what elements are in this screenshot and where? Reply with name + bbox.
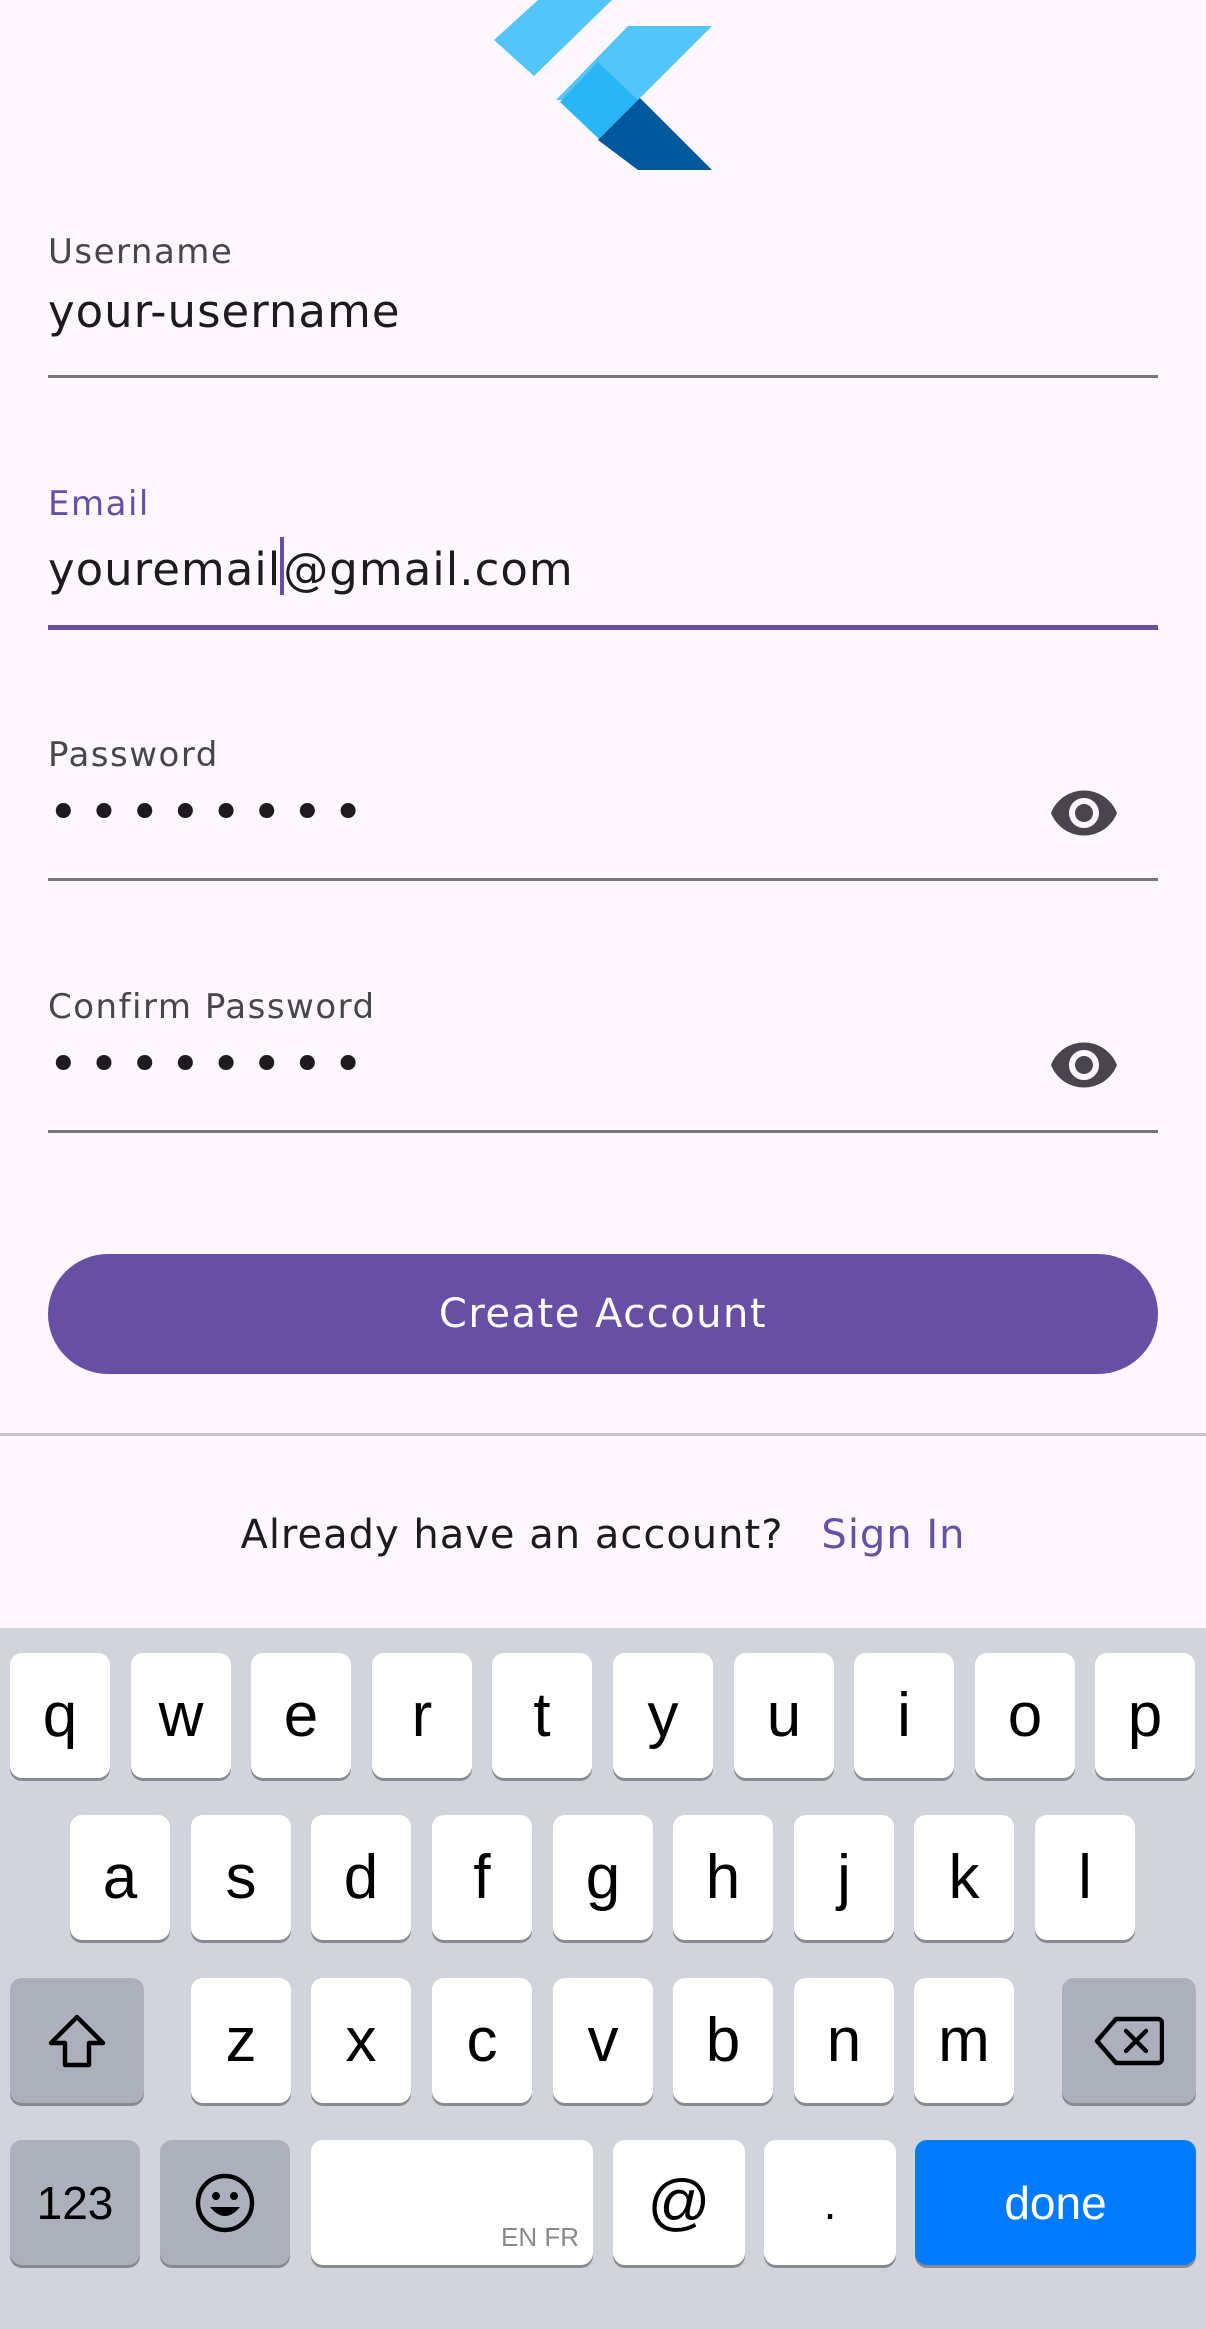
sign-in-link[interactable]: Sign In — [821, 1512, 965, 1558]
key-b[interactable]: b — [673, 1978, 773, 2103]
confirm-password-underline — [48, 1130, 1158, 1133]
confirm-password-label: Confirm Password — [48, 987, 376, 1027]
key-d[interactable]: d — [311, 1815, 411, 1940]
space-language-label: EN FR — [501, 2222, 579, 2252]
key-t[interactable]: t — [492, 1653, 592, 1778]
password-label: Password — [48, 735, 219, 775]
key-q[interactable]: q — [10, 1653, 110, 1778]
password-input[interactable]: •••••••• — [48, 783, 373, 843]
password-field[interactable]: Password •••••••• — [48, 735, 1158, 917]
key-m[interactable]: m — [914, 1978, 1014, 2103]
key-u[interactable]: u — [734, 1653, 834, 1778]
key-x[interactable]: x — [311, 1978, 411, 2103]
shift-icon — [48, 2014, 106, 2067]
key-o[interactable]: o — [975, 1653, 1075, 1778]
key-w[interactable]: w — [131, 1653, 231, 1778]
at-key[interactable]: @ — [613, 2140, 745, 2265]
key-f[interactable]: f — [432, 1815, 532, 1940]
key-v[interactable]: v — [553, 1978, 653, 2103]
password-underline — [48, 878, 1158, 881]
key-e[interactable]: e — [251, 1653, 351, 1778]
eye-icon[interactable] — [1048, 777, 1120, 849]
key-n[interactable]: n — [794, 1978, 894, 2103]
confirm-password-input[interactable]: •••••••• — [48, 1035, 373, 1095]
email-value-before-cursor: youremail — [48, 543, 282, 596]
key-l[interactable]: l — [1035, 1815, 1135, 1940]
key-r[interactable]: r — [372, 1653, 472, 1778]
email-input[interactable]: youremail@gmail.com — [48, 537, 574, 596]
email-value-after-cursor: @gmail.com — [283, 543, 574, 596]
key-s[interactable]: s — [191, 1815, 291, 1940]
email-field[interactable]: Email youremail@gmail.com — [48, 484, 1158, 666]
email-label: Email — [48, 484, 150, 524]
flutter-logo — [494, 0, 712, 170]
key-i[interactable]: i — [854, 1653, 954, 1778]
emoji-icon — [195, 2173, 255, 2232]
confirm-password-field[interactable]: Confirm Password •••••••• — [48, 987, 1158, 1169]
period-key[interactable]: . — [764, 2140, 896, 2265]
shift-key[interactable] — [10, 1978, 144, 2103]
signin-prompt: Already have an account? Sign In — [0, 1505, 1206, 1565]
username-input[interactable]: your-username — [48, 285, 401, 338]
backspace-icon — [1094, 2016, 1164, 2065]
backspace-key[interactable] — [1062, 1978, 1196, 2103]
eye-icon[interactable] — [1048, 1029, 1120, 1101]
space-key[interactable]: EN FR — [311, 2140, 593, 2265]
email-underline — [48, 625, 1158, 630]
numbers-key[interactable]: 123 — [10, 2140, 140, 2265]
signin-question: Already have an account? — [240, 1512, 784, 1558]
key-h[interactable]: h — [673, 1815, 773, 1940]
key-k[interactable]: k — [914, 1815, 1014, 1940]
key-p[interactable]: p — [1095, 1653, 1195, 1778]
on-screen-keyboard: q w e r t y u i o p a s d f g h j k l z … — [0, 1628, 1206, 2329]
key-z[interactable]: z — [191, 1978, 291, 2103]
username-label: Username — [48, 232, 234, 272]
emoji-key[interactable] — [160, 2140, 290, 2265]
username-field[interactable]: Username your-username — [48, 232, 1158, 414]
key-y[interactable]: y — [613, 1653, 713, 1778]
done-key[interactable]: done — [915, 2140, 1196, 2265]
divider — [0, 1433, 1206, 1436]
create-account-button[interactable]: Create Account — [48, 1254, 1158, 1374]
key-j[interactable]: j — [794, 1815, 894, 1940]
key-a[interactable]: a — [70, 1815, 170, 1940]
username-underline — [48, 375, 1158, 378]
key-g[interactable]: g — [553, 1815, 653, 1940]
key-c[interactable]: c — [432, 1978, 532, 2103]
